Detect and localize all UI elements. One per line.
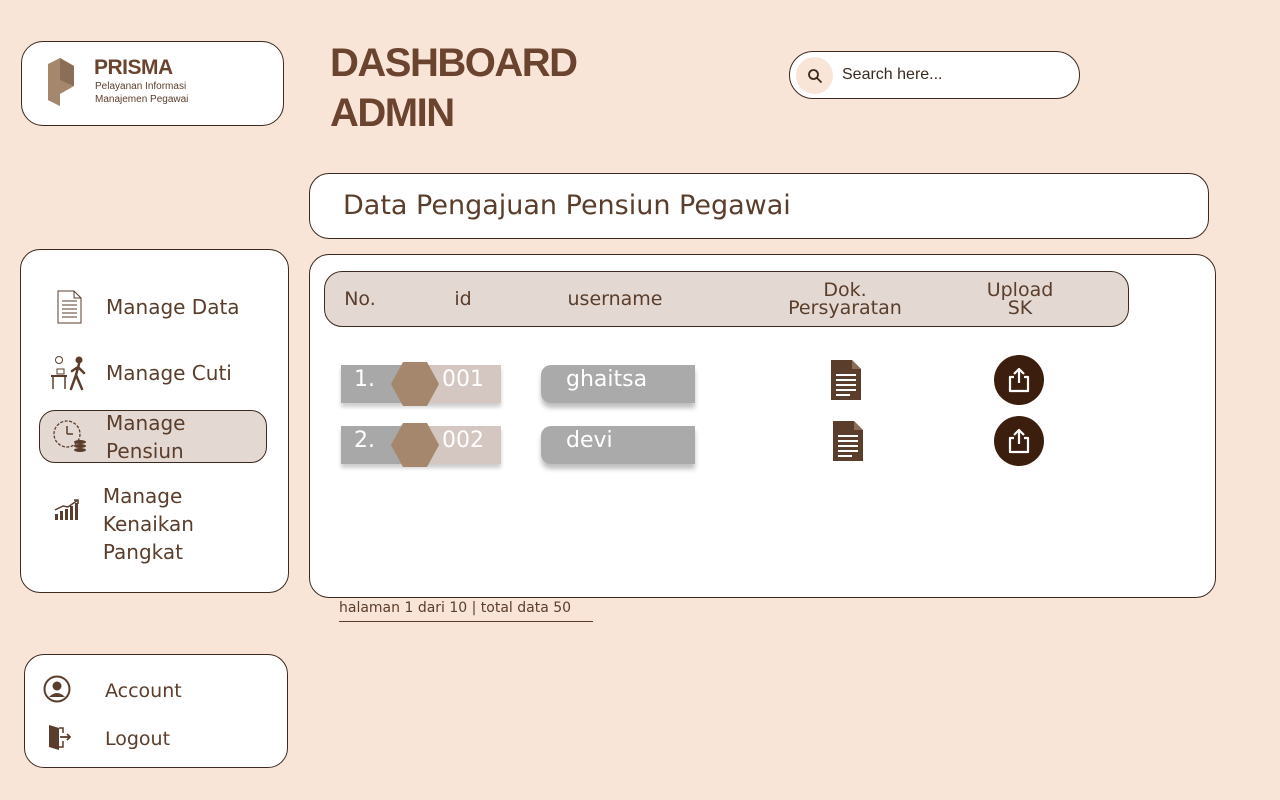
growth-chart-icon (47, 488, 88, 532)
sidebar-item-label-line2: Pangkat (102, 540, 183, 564)
hexagon-decoration (391, 362, 439, 406)
sidebar-item-label: Manage Pensiun (106, 410, 186, 463)
username-pill: ghaitsa (541, 365, 695, 403)
upload-icon[interactable] (994, 355, 1044, 405)
pagination-info: halaman 1 dari 10 | total data 50 (339, 600, 593, 622)
search-input[interactable] (842, 63, 1062, 87)
leave-person-icon (47, 351, 91, 395)
table-row: 1. 001 ghaitsa (310, 355, 1210, 409)
column-header-upload-sk: Upload SK (965, 272, 1075, 326)
row-id: 002 (442, 428, 484, 453)
row-number-pill: 2. 002 (341, 423, 501, 467)
row-id: 001 (442, 367, 484, 392)
user-circle-icon (43, 675, 71, 707)
document-icon (47, 285, 91, 329)
sidebar-item-manage-kenaikan-pangkat[interactable]: Manage Kenaikan Pangkat (39, 482, 267, 566)
sidebar-item-manage-pensiun[interactable]: Manage Pensiun (39, 410, 267, 463)
upload-icon[interactable] (994, 416, 1044, 466)
account-menu-item[interactable]: Account (43, 675, 182, 707)
document-download-icon[interactable] (832, 420, 864, 466)
column-header-dok-line2: Persyaratan (788, 297, 902, 319)
document-download-icon[interactable] (830, 359, 862, 405)
row-username: ghaitsa (566, 367, 648, 392)
page-title-line1: DASHBOARD (330, 41, 578, 85)
column-header-username: username (567, 288, 663, 310)
table-card: No. id username Dok. Persyaratan Upload … (309, 254, 1216, 598)
sidebar-item-manage-cuti[interactable]: Manage Cuti (39, 351, 267, 395)
table-row: 2. 002 devi (310, 416, 1210, 470)
table-header: No. id username Dok. Persyaratan Upload … (324, 271, 1129, 327)
column-header-no: No. (344, 288, 376, 310)
logout-door-icon (43, 723, 72, 755)
sidebar-item-label-line1: Manage Kenaikan (102, 484, 194, 536)
sidebar: Manage Data Manage Cuti Manage Pensiun M… (20, 249, 289, 593)
account-card: Account Logout (24, 654, 288, 768)
brand-subtitle: Pelayanan Informasi Manajemen Pegawai (95, 80, 188, 106)
logout-label: Logout (105, 728, 171, 750)
section-header: Data Pengajuan Pensiun Pegawai (309, 173, 1209, 239)
row-username: devi (566, 428, 613, 453)
username-pill: devi (541, 426, 695, 464)
section-title: Data Pengajuan Pensiun Pegawai (343, 190, 791, 221)
brand-name: PRISMA (94, 56, 173, 79)
hexagon-decoration (391, 423, 439, 467)
sidebar-item-label: Manage Kenaikan Pangkat (103, 482, 267, 566)
row-number: 2. (354, 428, 375, 453)
row-number-pill: 1. 001 (341, 362, 501, 406)
sidebar-item-label: Manage Data (106, 295, 240, 319)
search-bar[interactable] (789, 51, 1080, 99)
search-icon[interactable] (796, 57, 833, 94)
column-header-id: id (454, 288, 472, 310)
prisma-logo-icon (48, 58, 74, 106)
logout-menu-item[interactable]: Logout (43, 723, 170, 755)
sidebar-item-label: Manage Cuti (106, 361, 232, 385)
logo-card: PRISMA Pelayanan Informasi Manajemen Peg… (21, 41, 284, 126)
page-title-line2: ADMIN (330, 91, 455, 135)
account-label: Account (105, 680, 182, 702)
clock-coins-icon (48, 415, 91, 459)
brand-subtitle-line2: Manajemen Pegawai (95, 94, 189, 105)
row-number: 1. (354, 367, 375, 392)
column-header-upload-line2: SK (1007, 297, 1033, 319)
sidebar-item-manage-data[interactable]: Manage Data (39, 285, 267, 329)
page-title: DASHBOARD ADMIN (330, 38, 578, 138)
brand-subtitle-line1: Pelayanan Informasi (95, 81, 187, 92)
column-header-dok-persyaratan: Dok. Persyaratan (780, 272, 910, 326)
